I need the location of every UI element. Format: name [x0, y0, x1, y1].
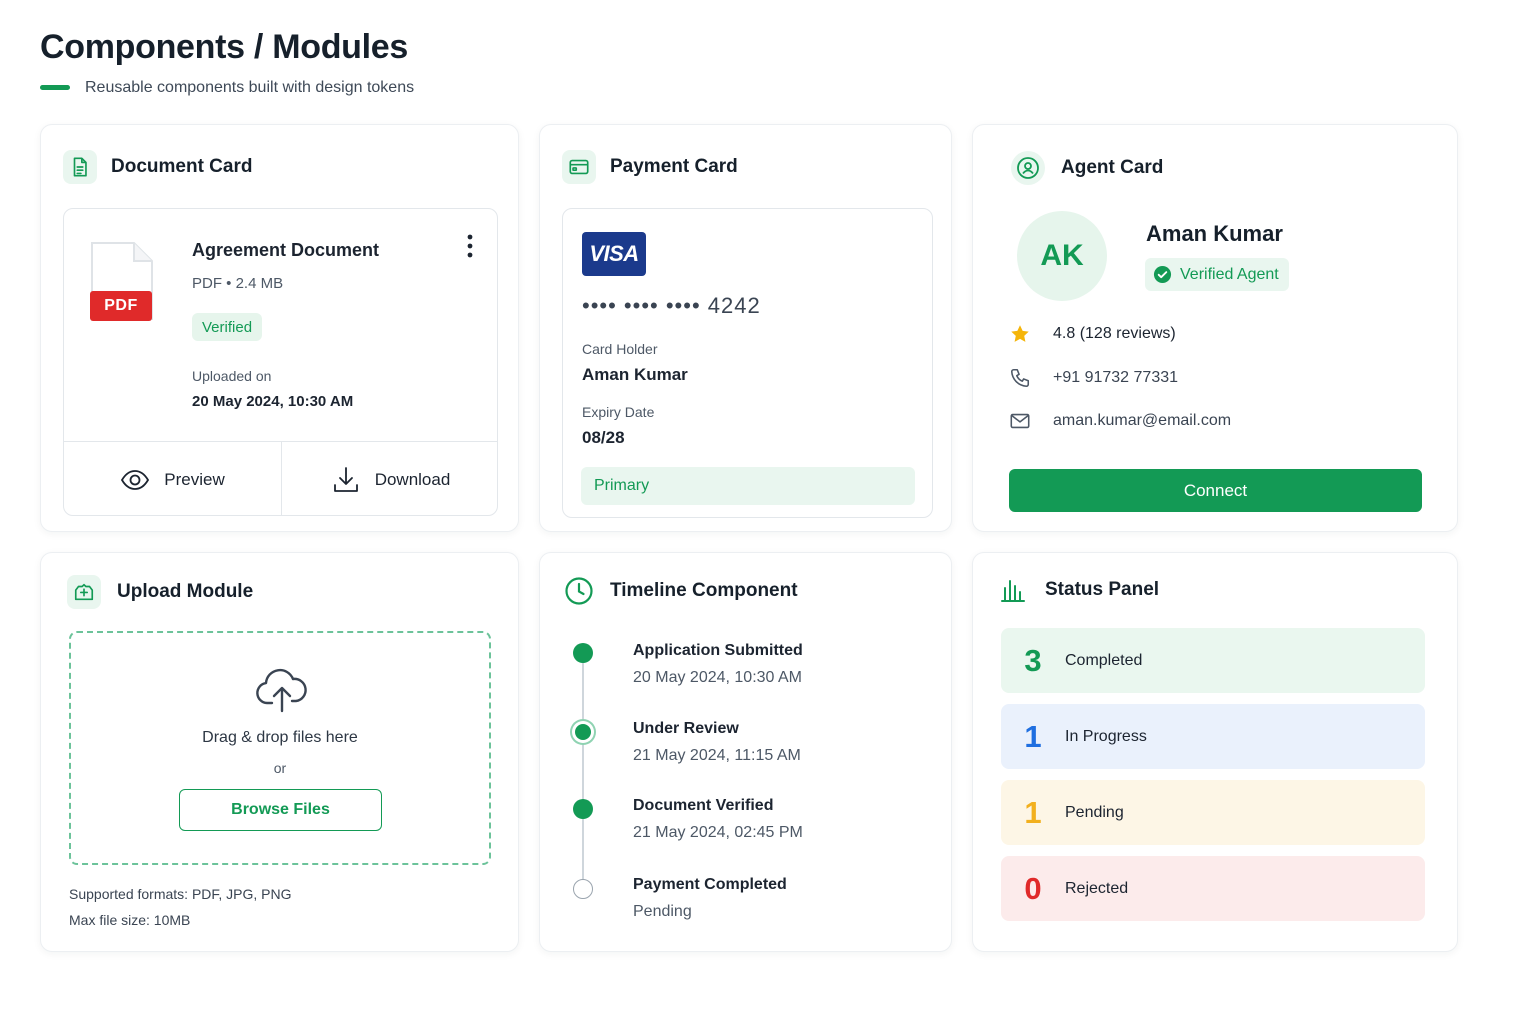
- visa-logo: VISA: [582, 232, 646, 276]
- browse-files-button[interactable]: Browse Files: [179, 789, 382, 831]
- timeline-item-date: 21 May 2024, 11:15 AM: [633, 747, 801, 764]
- preview-button[interactable]: Preview: [64, 442, 281, 515]
- drop-instructions: Drag & drop files here: [202, 729, 358, 746]
- status-count: 1: [1024, 718, 1042, 754]
- status-row-pending[interactable]: 1 Pending: [1001, 780, 1425, 845]
- or-separator: or: [273, 760, 287, 776]
- agent-card-header: Agent Card: [1011, 151, 1163, 185]
- uploaded-on-date: 20 May 2024, 10:30 AM: [192, 393, 354, 410]
- timeline-header: Timeline Component: [564, 576, 798, 606]
- email-text: aman.kumar@email.com: [1053, 412, 1232, 429]
- timeline-dot-done: [573, 643, 593, 663]
- document-icon: [63, 150, 97, 184]
- mail-icon: [1010, 413, 1030, 429]
- eye-icon: [121, 469, 150, 490]
- status-label: Completed: [1065, 651, 1143, 669]
- timeline-item-title: Document Verified: [633, 797, 774, 814]
- phone-text: +91 91732 77331: [1053, 369, 1179, 386]
- download-label: Download: [374, 469, 451, 489]
- page-subtitle: Reusable components built with design to…: [85, 79, 415, 96]
- agent-card-title: Agent Card: [1061, 157, 1164, 178]
- more-options-icon[interactable]: [464, 233, 476, 259]
- agent-name: Aman Kumar: [1146, 221, 1283, 246]
- cloud-upload-icon: [67, 575, 101, 609]
- payment-card: Payment Card VISA •••• •••• •••• 4242 Ca…: [539, 124, 952, 532]
- cloud-upload-large-icon: [256, 668, 307, 713]
- timeline-component: Timeline Component Application Submitted…: [539, 552, 952, 952]
- timeline-track: [582, 653, 584, 889]
- supported-formats: Supported formats: PDF, JPG, PNG: [69, 886, 292, 902]
- upload-module-title: Upload Module: [117, 581, 254, 602]
- agent-rating: 4.8 (128 reviews): [1009, 323, 1176, 345]
- status-count: 0: [1024, 870, 1042, 906]
- status-count: 1: [1024, 794, 1042, 830]
- document-item[interactable]: PDF Agreement Document PDF • 2.4 MB Veri…: [63, 208, 498, 516]
- expiry-date-value: 08/28: [582, 428, 625, 447]
- avatar: AK: [1017, 211, 1107, 301]
- status-row-in-progress[interactable]: 1 In Progress: [1001, 704, 1425, 769]
- card-holder-value: Aman Kumar: [582, 365, 688, 384]
- card-holder-label: Card Holder: [582, 341, 658, 357]
- verified-agent-badge: Verified Agent: [1145, 258, 1289, 291]
- timeline-dot-pending: [573, 879, 593, 899]
- status-label: Rejected: [1065, 879, 1129, 897]
- payment-method-item[interactable]: VISA •••• •••• •••• 4242 Card Holder Ama…: [562, 208, 933, 518]
- preview-label: Preview: [164, 469, 225, 489]
- status-label: Pending: [1065, 803, 1124, 821]
- verified-badge: Verified: [192, 313, 263, 341]
- clock-icon: [565, 577, 593, 605]
- page-title: Components / Modules: [40, 28, 409, 66]
- timeline-title: Timeline Component: [610, 580, 798, 601]
- timeline-dot-done: [573, 799, 593, 819]
- status-count: 3: [1024, 642, 1042, 678]
- timeline-item-date: 20 May 2024, 10:30 AM: [633, 669, 802, 686]
- download-icon: [333, 466, 358, 492]
- verified-agent-label: Verified Agent: [1180, 265, 1279, 283]
- document-actions: Preview Download: [64, 441, 497, 515]
- agent-email[interactable]: aman.kumar@email.com: [1009, 410, 1231, 432]
- payment-card-header: Payment Card: [562, 150, 738, 184]
- document-card: Document Card PDF Agreement Document PDF…: [40, 124, 519, 532]
- timeline-item-title: Under Review: [633, 720, 739, 737]
- status-row-completed[interactable]: 3 Completed: [1001, 628, 1425, 693]
- payment-card-title: Payment Card: [610, 156, 738, 177]
- timeline-dot-current: [575, 724, 591, 740]
- status-panel: Status Panel 3 Completed 1 In Progress 1…: [972, 552, 1458, 952]
- document-card-title: Document Card: [111, 156, 253, 177]
- uploaded-on-label: Uploaded on: [192, 368, 272, 384]
- document-meta: PDF • 2.4 MB: [192, 275, 284, 292]
- agent-card: Agent Card AK Aman Kumar Verified Agent …: [972, 124, 1458, 532]
- expiry-date-label: Expiry Date: [582, 404, 655, 420]
- timeline-item-date: 21 May 2024, 02:45 PM: [633, 824, 803, 841]
- phone-icon: [1010, 368, 1030, 388]
- document-card-header: Document Card: [63, 150, 252, 184]
- bar-chart-icon: [1001, 580, 1025, 602]
- agent-phone[interactable]: +91 91732 77331: [1009, 367, 1178, 389]
- pdf-file-tag: PDF: [90, 291, 152, 321]
- title-accent-bar: [40, 85, 70, 90]
- status-panel-title: Status Panel: [1045, 579, 1160, 600]
- credit-card-icon: [562, 150, 596, 184]
- star-icon: [1011, 325, 1029, 342]
- status-label: In Progress: [1065, 727, 1147, 745]
- download-button[interactable]: Download: [281, 442, 497, 515]
- timeline-item-title: Application Submitted: [633, 642, 803, 659]
- primary-badge: Primary: [581, 467, 915, 505]
- status-panel-header: Status Panel: [999, 576, 1159, 604]
- upload-module-header: Upload Module: [67, 575, 253, 609]
- status-row-rejected[interactable]: 0 Rejected: [1001, 856, 1425, 921]
- file-dropzone[interactable]: Drag & drop files here or Browse Files: [69, 631, 491, 865]
- agent-icon: [1011, 151, 1045, 185]
- timeline-item-status: Pending: [633, 903, 692, 920]
- document-name: Agreement Document: [192, 240, 380, 260]
- card-number: •••• •••• •••• 4242: [582, 293, 761, 318]
- check-circle-icon: [1153, 265, 1172, 284]
- connect-button[interactable]: Connect: [1009, 469, 1422, 512]
- max-file-size: Max file size: 10MB: [69, 912, 191, 928]
- timeline-item-title: Payment Completed: [633, 876, 787, 893]
- upload-module: Upload Module Drag & drop files here or …: [40, 552, 519, 952]
- rating-text: 4.8 (128 reviews): [1053, 325, 1176, 342]
